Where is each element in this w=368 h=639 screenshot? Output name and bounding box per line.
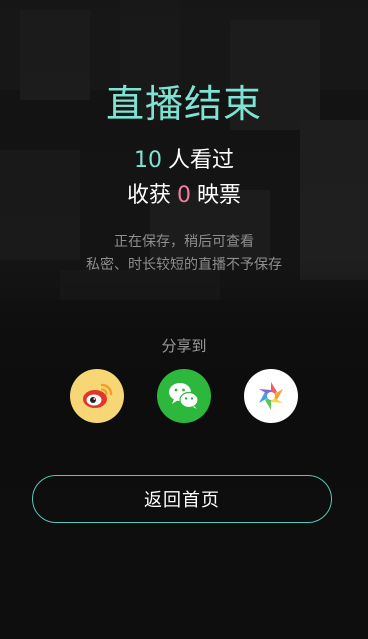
viewer-count: 10 — [133, 148, 162, 173]
live-ended-screen: 直播结束 10 人看过 收获 0 映票 正在保存，稍后可查看 私密、时长较短的直播不予… — [0, 0, 368, 639]
viewer-count-suffix: 人看过 — [167, 148, 234, 173]
wechat-icon — [169, 383, 199, 409]
share-weibo-button[interactable] — [70, 369, 124, 423]
save-note-line-1: 正在保存，稍后可查看 — [114, 234, 254, 250]
ticket-count: 0 — [177, 183, 191, 208]
viewer-count-line: 10 人看过 — [0, 146, 368, 176]
share-label: 分享到 — [161, 337, 207, 355]
ticket-count-suffix: 映票 — [197, 183, 242, 208]
content-layer: 直播结束 10 人看过 收获 0 映票 正在保存，稍后可查看 私密、时长较短的直播不予… — [0, 0, 368, 639]
moments-icon — [259, 382, 283, 410]
weibo-icon — [83, 383, 113, 408]
save-note-line-2: 私密、时长较短的直播不予保存 — [86, 257, 282, 273]
ticket-count-prefix: 收获 — [126, 183, 171, 208]
live-ended-title: 直播结束 — [105, 82, 262, 126]
ticket-count-line: 收获 0 映票 — [0, 181, 368, 211]
share-moments-button[interactable] — [244, 369, 298, 423]
share-wechat-button[interactable] — [157, 369, 211, 423]
back-to-home-label: 返回首页 — [144, 490, 220, 511]
back-to-home-button[interactable]: 返回首页 — [32, 475, 332, 523]
